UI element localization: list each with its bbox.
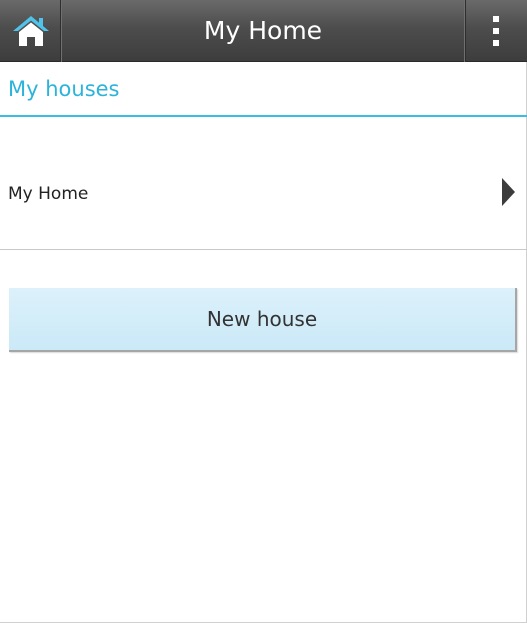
overflow-menu-icon bbox=[493, 16, 499, 46]
overflow-menu-button[interactable] bbox=[465, 0, 527, 62]
house-item-label: My Home bbox=[8, 184, 89, 204]
home-separator bbox=[60, 0, 61, 62]
new-house-button[interactable]: New house bbox=[9, 288, 517, 352]
home-icon bbox=[12, 16, 49, 46]
menu-separator bbox=[465, 0, 466, 62]
home-button[interactable] bbox=[0, 0, 61, 62]
chevron-right-icon bbox=[502, 178, 515, 206]
house-list-item[interactable]: My Home bbox=[0, 118, 527, 250]
page-title: My Home bbox=[203, 16, 323, 45]
section-title: My houses bbox=[0, 63, 527, 117]
action-bar: My Home bbox=[0, 0, 527, 62]
app-root: My Home My houses My Home New house bbox=[0, 0, 527, 623]
